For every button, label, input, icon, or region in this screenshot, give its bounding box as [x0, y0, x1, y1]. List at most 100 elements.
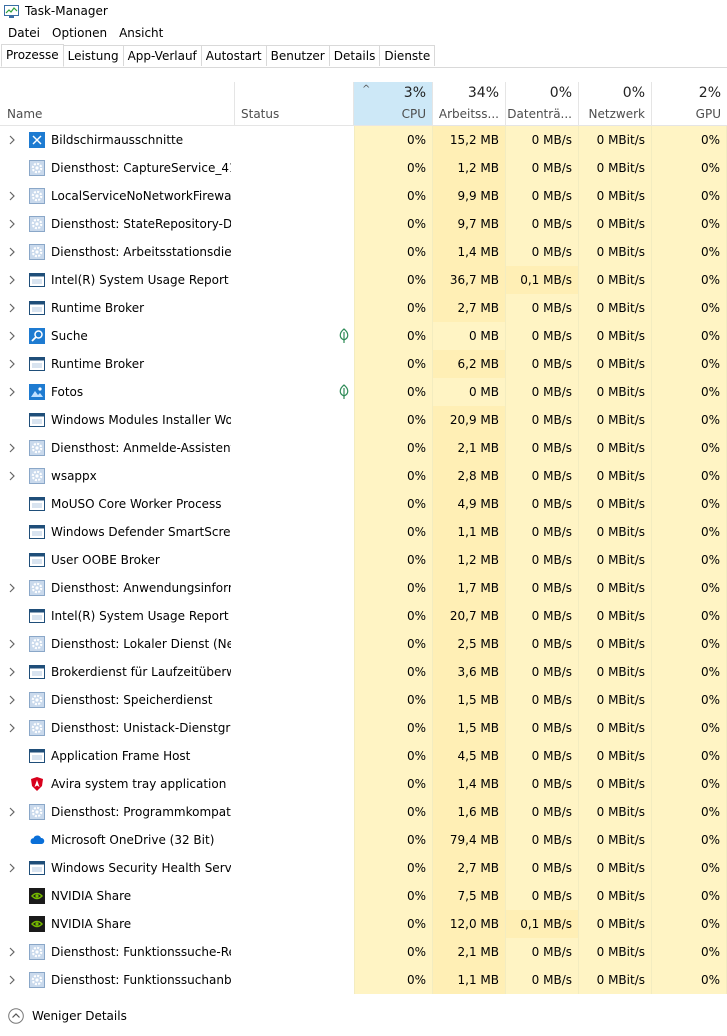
table-row[interactable]: Diensthost: StateRepository-Die...0%9,7 … [0, 210, 727, 238]
tab-details[interactable]: Details [328, 45, 381, 66]
chevron-right-icon[interactable] [9, 723, 15, 733]
memory-value: 79,4 MB [433, 826, 506, 854]
table-row[interactable]: Windows Modules Installer Wor... 0% 20,9 M… [0, 406, 727, 434]
chevron-right-icon[interactable] [9, 807, 15, 817]
gpu-value: 0% [652, 350, 727, 378]
chevron-right-icon[interactable] [9, 331, 15, 341]
tab-benutzer[interactable]: Benutzer [265, 45, 330, 66]
table-row[interactable]: Bildschirmausschnitte 0% 15,2 MB 0 MB/s 0 MB… [0, 126, 727, 154]
column-label-gpu: GPU [695, 107, 721, 121]
table-row[interactable]: User OOBE Broker 0% 1,2 MB 0 MB/s 0 MBit/s 0% [0, 546, 727, 574]
table-row[interactable]: Diensthost: Funktionssuchanbie...0%1,1 M… [0, 966, 727, 994]
chevron-right-icon[interactable] [9, 135, 15, 145]
table-row[interactable]: Suche 0% 0 MB 0 MB/s 0 MBit/s 0% [0, 322, 727, 350]
chevron-right-icon[interactable] [9, 947, 15, 957]
chevron-right-icon[interactable] [9, 443, 15, 453]
chevron-right-icon[interactable] [9, 975, 15, 985]
chevron-right-icon[interactable] [9, 639, 15, 649]
table-row[interactable]: Diensthost: Anmelde-Assistent f...0%2,1 … [0, 434, 727, 462]
table-row[interactable]: Diensthost: Lokaler Dienst (Netz...0%2,5… [0, 630, 727, 658]
column-header-cpu[interactable]: ^ 3% CPU [354, 82, 433, 125]
column-header-disk[interactable]: 0% Datenträ... [506, 82, 579, 125]
cpu-value: 0% [354, 910, 433, 938]
tab-leistung[interactable]: Leistung [62, 45, 124, 66]
table-row[interactable]: Fotos 0% 0 MB 0 MB/s 0 MBit/s 0% [0, 378, 727, 406]
tab-app-verlauf[interactable]: App-Verlauf [122, 45, 202, 66]
fewer-details-link[interactable]: Weniger Details [32, 1009, 127, 1023]
disk-value: 0 MB/s [506, 518, 579, 546]
chevron-right-icon[interactable] [9, 247, 15, 257]
network-total: 0% [622, 85, 645, 101]
table-row[interactable]: NVIDIA Share 0% 7,5 MB 0 MB/s 0 MBit/s 0% [0, 882, 727, 910]
table-row[interactable]: Brokerdienst für Laufzeitüberwa...0%3,6 … [0, 658, 727, 686]
cpu-value: 0% [354, 966, 433, 994]
table-row[interactable]: Diensthost: Anwendungsinform... 0% 1,7 MB 0… [0, 574, 727, 602]
memory-value: 2,8 MB [433, 462, 506, 490]
tab-autostart[interactable]: Autostart [200, 45, 267, 66]
memory-value: 12,0 MB [433, 910, 506, 938]
chevron-right-icon[interactable] [9, 191, 15, 201]
process-name: wsappx [51, 469, 97, 483]
chevron-right-icon[interactable] [9, 303, 15, 313]
process-list: Bildschirmausschnitte 0% 15,2 MB 0 MB/s 0 MB… [0, 126, 727, 994]
column-header-network[interactable]: 0% Netzwerk [579, 82, 652, 125]
gpu-total: 2% [698, 85, 721, 101]
network-value: 0 MBit/s [579, 658, 652, 686]
chevron-right-icon[interactable] [9, 863, 15, 873]
disk-value: 0 MB/s [506, 406, 579, 434]
menu-optionen[interactable]: Optionen [48, 26, 111, 40]
chevron-right-icon[interactable] [9, 695, 15, 705]
column-header-memory[interactable]: 34% Arbeitss... [433, 82, 506, 125]
chevron-right-icon[interactable] [9, 667, 15, 677]
column-header-status[interactable]: Status [235, 82, 354, 125]
table-row[interactable]: Intel(R) System Usage Report 0% 20,7 MB 0 M… [0, 602, 727, 630]
memory-total: 34% [467, 85, 499, 101]
table-row[interactable]: Microsoft OneDrive (32 Bit) 0% 79,4 MB 0 MB… [0, 826, 727, 854]
cpu-value: 0% [354, 798, 433, 826]
table-row[interactable]: Avira system tray application (3...0%1,4… [0, 770, 727, 798]
table-row[interactable]: Diensthost: Funktionssuche-Res...0%2,1 M… [0, 938, 727, 966]
process-name: MoUSO Core Worker Process [51, 497, 222, 511]
table-row[interactable]: Runtime Broker 0% 2,7 MB 0 MB/s 0 MBit/s 0% [0, 294, 727, 322]
table-row[interactable]: Diensthost: Unistack-Dienstgru... 0% 1,5 M… [0, 714, 727, 742]
tab-prozesse[interactable]: Prozesse [1, 44, 64, 67]
column-header-name[interactable]: Name [0, 82, 235, 125]
chevron-right-icon[interactable] [9, 219, 15, 229]
table-row[interactable]: Windows Security Health Service 0% 2,7 MB 0… [0, 854, 727, 882]
cpu-value: 0% [354, 490, 433, 518]
cpu-value: 0% [354, 938, 433, 966]
menu-datei[interactable]: Datei [4, 26, 44, 40]
process-name: Diensthost: CaptureService_412a7 [51, 161, 231, 175]
table-row[interactable]: Diensthost: Speicherdienst 0% 1,5 MB 0 MB/s… [0, 686, 727, 714]
table-row[interactable]: Diensthost: Programmkompati... 0% 1,6 MB 0 … [0, 798, 727, 826]
table-row[interactable]: Runtime Broker 0% 6,2 MB 0 MB/s 0 MBit/s 0% [0, 350, 727, 378]
table-row[interactable]: MoUSO Core Worker Process 0% 4,9 MB 0 MB/s 0… [0, 490, 727, 518]
tab-dienste[interactable]: Dienste [379, 45, 436, 66]
menu-ansicht[interactable]: Ansicht [115, 26, 167, 40]
memory-value: 9,7 MB [433, 210, 506, 238]
table-row[interactable]: Windows Defender SmartScreen 0% 1,1 MB 0 MB… [0, 518, 727, 546]
process-name: Avira system tray application (3... [51, 777, 231, 791]
chevron-right-icon[interactable] [9, 359, 15, 369]
column-header-gpu[interactable]: 2% GPU [652, 82, 727, 125]
chevron-right-icon[interactable] [9, 583, 15, 593]
cpu-value: 0% [354, 714, 433, 742]
gpu-value: 0% [652, 210, 727, 238]
task-manager-icon [4, 4, 19, 18]
table-row[interactable]: wsappx 0% 2,8 MB 0 MB/s 0 MBit/s 0% [0, 462, 727, 490]
chevron-right-icon[interactable] [9, 275, 15, 285]
table-row[interactable]: Diensthost: Arbeitsstationsdienst 0% 1,4 M… [0, 238, 727, 266]
gpu-value: 0% [652, 378, 727, 406]
cpu-value: 0% [354, 546, 433, 574]
table-row[interactable]: Diensthost: CaptureService_412a70%1,2 MB… [0, 154, 727, 182]
tab-bar: Prozesse Leistung App-Verlauf Autostart … [0, 44, 727, 68]
table-row[interactable]: Application Frame Host 0% 4,5 MB 0 MB/s 0 MB… [0, 742, 727, 770]
disk-value: 0 MB/s [506, 238, 579, 266]
table-row[interactable]: NVIDIA Share 0% 12,0 MB 0,1 MB/s 0 MBit/s 0% [0, 910, 727, 938]
chevron-right-icon[interactable] [9, 471, 15, 481]
table-row[interactable]: Intel(R) System Usage Report 0% 36,7 MB 0,1… [0, 266, 727, 294]
table-row[interactable]: LocalServiceNoNetworkFirewall ...0%9,9 M… [0, 182, 727, 210]
cpu-value: 0% [354, 238, 433, 266]
chevron-up-circle-icon[interactable] [8, 1008, 24, 1024]
chevron-right-icon[interactable] [9, 387, 15, 397]
